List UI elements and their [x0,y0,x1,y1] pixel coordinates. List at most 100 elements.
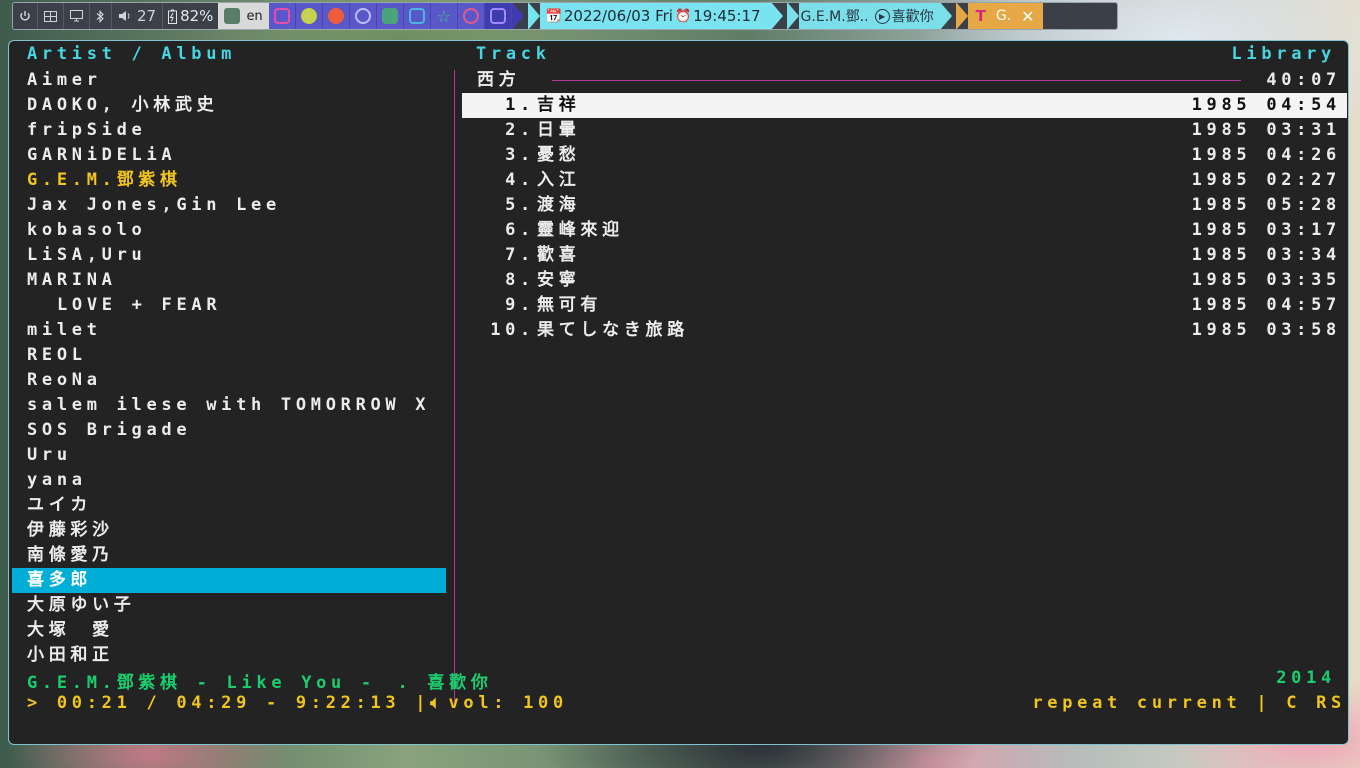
artist-row[interactable]: Jax Jones,Gin Lee [12,193,446,218]
power-button[interactable] [13,3,38,29]
track-row[interactable]: 9. 無可有 1985 04:57 [462,293,1347,318]
track-row[interactable]: 4. 入江 1985 02:27 [462,168,1347,193]
track-number: 9. [505,295,535,315]
artist-name: milet [27,320,102,340]
artist-name: 大原ゆい子 [27,595,136,615]
artist-row[interactable]: 伊藤彩沙 [12,518,446,543]
artist-row[interactable]: fripSide [12,118,446,143]
track-duration: 04:26 [1266,145,1341,165]
separator-arrow [770,3,783,29]
track-duration: 03:17 [1266,220,1341,240]
artist-name: 喜多郎 [27,570,93,590]
artist-row[interactable]: 大原ゆい子 [12,593,446,618]
track-duration: 03:31 [1266,120,1341,140]
battery-indicator[interactable]: 82% [162,3,219,29]
track-number: 4. [505,170,535,190]
playback-progress: > 00:21 / 04:29 - 9:22:13 | [27,693,431,713]
active-window-tab[interactable]: T G. ✕ [967,3,1043,29]
keyboard-layout-indicator[interactable]: en [218,3,269,29]
library-header: Library [1231,44,1336,64]
compass-app-button[interactable] [349,3,377,29]
artist-name: salem ilese with TOMORROW X [27,395,431,415]
favorites-app-button[interactable]: ☆ [430,3,458,29]
artist-name: ReoNa [27,370,102,390]
artist-row[interactable]: yana [12,468,446,493]
track-row[interactable]: 2. 日暈 1985 03:31 [462,118,1347,143]
artist-row[interactable]: salem ilese with TOMORROW X [12,393,446,418]
mail-icon [273,8,290,24]
track-meta: 1985 04:26 [1192,143,1341,168]
clock-widget[interactable]: 📆 2022/06/03 Fri ⏰ 19:45:17 [539,3,771,29]
artist-row-playing[interactable]: G.E.M.鄧紫棋 [12,168,446,193]
artist-row[interactable]: 小田和正 [12,643,446,668]
artist-name: 大塚 愛 [27,620,114,640]
track-number: 10. [490,320,535,340]
mail-app-button[interactable] [268,3,296,29]
artist-row[interactable]: milet [12,318,446,343]
bluetooth-button[interactable] [90,3,112,29]
artist-name: MARINA [27,270,117,290]
monitor-icon [70,10,83,22]
artist-row[interactable]: LiSA,Uru [12,243,446,268]
star-icon: ☆ [436,6,451,26]
separator-arrow [511,3,524,29]
artist-row[interactable]: kobasolo [12,218,446,243]
track-number: 1. [505,95,535,115]
track-meta: 1985 04:57 [1192,293,1341,318]
firefox-icon [327,8,344,24]
window-app-icon: T [975,7,986,25]
close-icon[interactable]: ✕ [1021,7,1034,26]
grid-layout-icon [44,10,57,22]
firefox-app-button[interactable] [322,3,350,29]
track-row[interactable]: 5. 渡海 1985 05:28 [462,193,1347,218]
track-row[interactable]: 7. 歡喜 1985 03:34 [462,243,1347,268]
display-button[interactable] [64,3,90,29]
artist-row[interactable]: Uru [12,443,446,468]
terminal-app-button[interactable] [484,3,512,29]
album-row[interactable]: LOVE + FEAR [12,293,446,318]
artist-list[interactable]: Aimer DAOKO, 小林武史 fripSide GARNiDELiA G.… [12,68,446,668]
artist-row-selected[interactable]: 喜多郎 [12,568,446,593]
track-meta: 1985 02:27 [1192,168,1341,193]
playback-status: > 00:21 / 04:29 - 9:22:13 |🔈︎ vol: 100 [27,693,568,713]
artist-row[interactable]: ユイカ [12,493,446,518]
now-playing-widget[interactable]: G.E.M.鄧.. ▶ 喜歡你 [798,3,940,29]
track-number: 2. [505,120,535,140]
track-meta: 1985 03:58 [1192,318,1341,343]
compass-icon [354,8,371,24]
now-playing-year: 2014 [1276,668,1336,688]
track-list[interactable]: 西方 40:07 1. 吉祥 1985 04:54 2. 日暈 1985 03:… [462,68,1347,343]
volume-indicator[interactable]: 27 [112,3,163,29]
artist-name: SOS Brigade [27,420,192,440]
layout-button[interactable] [38,3,64,29]
taskbar: 27 82% en ☆ 📆 2022/06/03 Fri ⏰ 19:45:17 … [12,2,1118,30]
track-year: 1985 [1191,170,1252,190]
artist-row[interactable]: MARINA [12,268,446,293]
artist-name: Aimer [27,70,102,90]
track-row[interactable]: 8. 安寧 1985 03:35 [462,268,1347,293]
artist-row[interactable]: 南條愛乃 [12,543,446,568]
artist-name: REOL [27,345,87,365]
artist-row[interactable]: GARNiDELiA [12,143,446,168]
track-row[interactable]: 3. 憂愁 1985 04:26 [462,143,1347,168]
media-app-button[interactable] [457,3,485,29]
calendar-icon: 📆 [545,8,562,24]
artist-name: DAOKO, 小林武史 [27,95,219,115]
artist-row[interactable]: DAOKO, 小林武史 [12,93,446,118]
artist-row[interactable]: Aimer [12,68,446,93]
files-app-button[interactable] [376,3,404,29]
playback-volume: vol: 100 [448,693,568,713]
track-row[interactable]: 6. 靈峰來迎 1985 03:17 [462,218,1347,243]
browser-app-button[interactable] [295,3,323,29]
track-row[interactable]: 10. 果てしなき旅路 1985 03:58 [462,318,1347,343]
artist-row[interactable]: REOL [12,343,446,368]
notes-app-button[interactable] [403,3,431,29]
track-row-selected[interactable]: 1. 吉祥 1985 04:54 [462,93,1347,118]
track-title: 無可有 [537,295,603,315]
separator-arrow [939,3,952,29]
track-number: 6. [505,220,535,240]
artist-row[interactable]: SOS Brigade [12,418,446,443]
artist-row[interactable]: 大塚 愛 [12,618,446,643]
track-header: Track [476,44,551,64]
artist-row[interactable]: ReoNa [12,368,446,393]
